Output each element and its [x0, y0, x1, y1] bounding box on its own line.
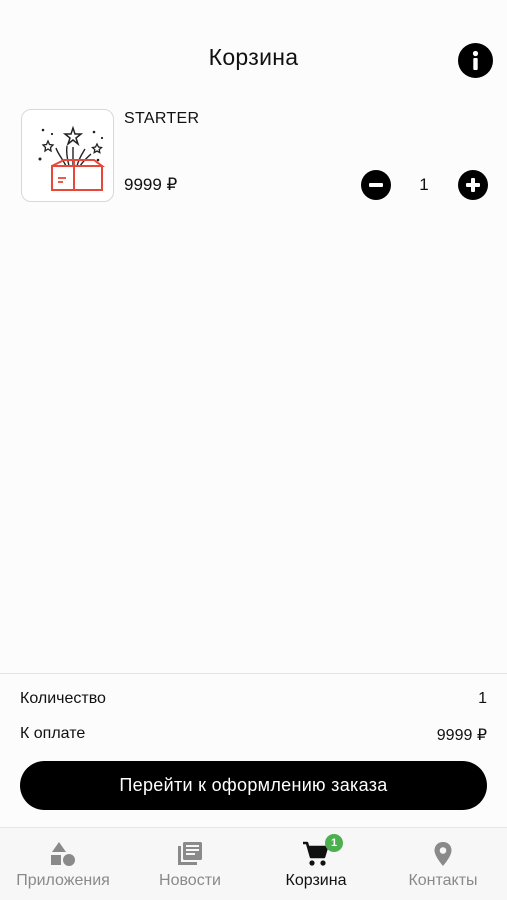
tab-news[interactable]: Новости: [127, 828, 253, 900]
info-icon: [472, 50, 479, 70]
decrease-quantity-button[interactable]: [361, 170, 391, 200]
minus-icon: [369, 183, 383, 187]
total-amount: 9999 ₽: [436, 727, 487, 744]
apps-shapes-icon: [51, 842, 75, 866]
product-thumbnail[interactable]: [21, 109, 114, 202]
tab-cart-label: Корзина: [285, 872, 347, 889]
location-pin-icon: [434, 842, 452, 866]
tab-contacts[interactable]: Контакты: [380, 828, 506, 900]
quantity-total: 1: [478, 690, 487, 707]
summary-quantity-row: Количество 1: [20, 690, 487, 712]
cart-badge: 1: [325, 834, 343, 852]
tab-news-label: Новости: [159, 872, 221, 889]
tab-contacts-label: Контакты: [408, 872, 478, 889]
info-button[interactable]: [458, 43, 493, 78]
cart-item: STARTER 9999 ₽ 1: [0, 100, 507, 210]
increase-quantity-button[interactable]: [458, 170, 488, 200]
checkout-button[interactable]: Перейти к оформлению заказа: [20, 761, 487, 810]
plus-icon: [466, 178, 480, 192]
tab-cart[interactable]: 1 Корзина: [253, 828, 379, 900]
order-summary: Количество 1 К оплате 9999 ₽ Перейти к о…: [0, 673, 507, 827]
tab-apps[interactable]: Приложения: [0, 828, 126, 900]
product-name: STARTER: [124, 110, 200, 127]
quantity-value: 1: [419, 175, 429, 194]
product-price: 9999 ₽: [124, 175, 178, 194]
total-label: К оплате: [20, 725, 86, 742]
bottom-tab-bar: Приложения Новости 1 Корзина Контакты: [0, 827, 507, 900]
summary-total-row: К оплате 9999 ₽: [20, 725, 487, 747]
page-title: Корзина: [208, 44, 299, 70]
gift-box-fireworks-icon: [38, 125, 105, 191]
header: Корзина: [0, 0, 507, 100]
news-icon: [178, 842, 202, 865]
tab-apps-label: Приложения: [16, 872, 110, 889]
quantity-label: Количество: [20, 690, 106, 707]
